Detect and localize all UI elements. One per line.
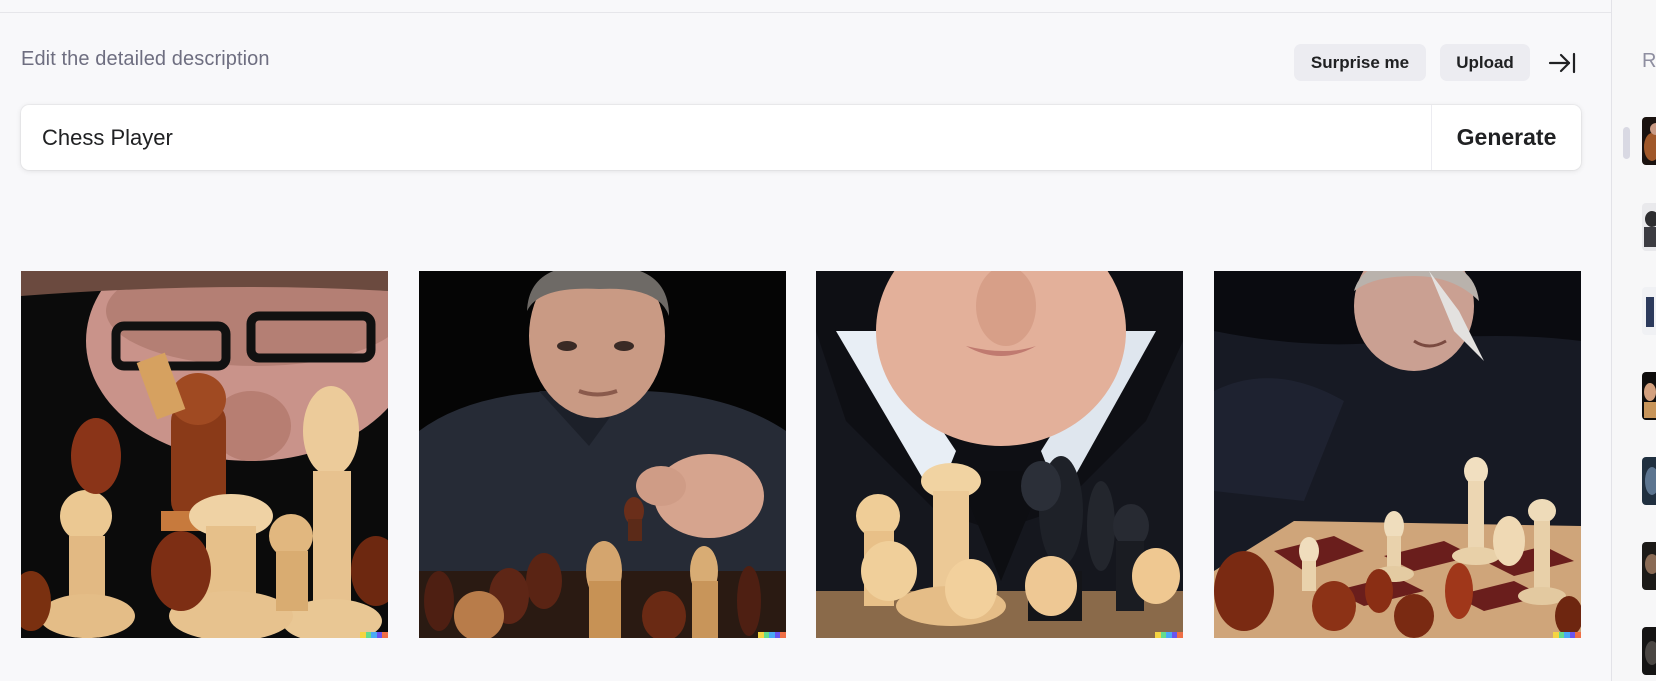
history-sidebar: Recent bbox=[1611, 0, 1656, 681]
watermark bbox=[1553, 632, 1581, 638]
history-thumbnail[interactable] bbox=[1642, 457, 1656, 505]
chess-player-glasses-image bbox=[21, 271, 388, 638]
chess-player-young-man-closeup-image bbox=[816, 271, 1183, 638]
upload-button[interactable]: Upload bbox=[1440, 44, 1530, 81]
thumbnail-image bbox=[1642, 372, 1656, 420]
prompt-heading: Edit the detailed description bbox=[21, 48, 270, 70]
result-image-2[interactable] bbox=[419, 271, 786, 638]
result-image-1[interactable] bbox=[21, 271, 388, 638]
thumbnail-image bbox=[1642, 203, 1656, 251]
history-thumbnail[interactable] bbox=[1642, 287, 1656, 335]
prompt-input[interactable] bbox=[21, 105, 1431, 170]
collapse-sidebar-icon[interactable] bbox=[1546, 48, 1578, 78]
generate-button[interactable]: Generate bbox=[1432, 105, 1581, 170]
watermark bbox=[1155, 632, 1183, 638]
sidebar-title: Recent bbox=[1642, 50, 1656, 72]
thumbnail-image bbox=[1642, 627, 1656, 675]
chess-player-older-man-board-image bbox=[1214, 271, 1581, 638]
sidebar-scrollbar[interactable] bbox=[1623, 127, 1630, 159]
history-thumbnail[interactable] bbox=[1642, 117, 1656, 165]
history-thumbnail[interactable] bbox=[1642, 372, 1656, 420]
history-thumbnail[interactable] bbox=[1642, 627, 1656, 675]
prompt-bar: Generate bbox=[21, 105, 1581, 170]
history-thumbnail[interactable] bbox=[1642, 542, 1656, 590]
watermark bbox=[360, 632, 388, 638]
thumbnail-image bbox=[1642, 117, 1656, 165]
chess-player-man-moving-piece-image bbox=[419, 271, 786, 638]
result-image-4[interactable] bbox=[1214, 271, 1581, 638]
watermark bbox=[758, 632, 786, 638]
surprise-me-button[interactable]: Surprise me bbox=[1294, 44, 1426, 81]
result-image-3[interactable] bbox=[816, 271, 1183, 638]
thumbnail-image bbox=[1642, 542, 1656, 590]
thumbnail-image bbox=[1642, 457, 1656, 505]
main-panel: Edit the detailed description Surprise m… bbox=[0, 0, 1611, 681]
thumbnail-image bbox=[1642, 287, 1656, 335]
history-thumbnail[interactable] bbox=[1642, 203, 1656, 251]
